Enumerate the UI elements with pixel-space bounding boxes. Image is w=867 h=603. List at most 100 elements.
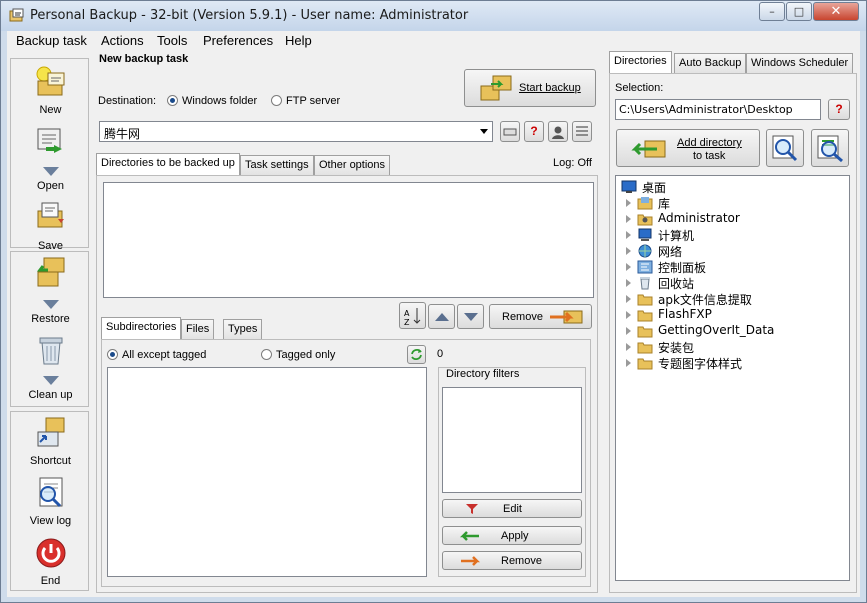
search-directory-button[interactable]	[766, 129, 804, 167]
tab-other-options[interactable]: Other options	[314, 155, 391, 175]
expand-triangle-icon[interactable]	[626, 359, 631, 367]
tab-windows-scheduler[interactable]: Windows Scheduler	[746, 53, 854, 73]
directory-filters-list[interactable]	[442, 387, 582, 493]
move-up-button[interactable]	[428, 304, 455, 329]
radio-unselected-icon	[271, 95, 282, 106]
filter-edit-button[interactable]: Edit	[442, 499, 582, 518]
toolbar-group-tools: Shortcut View log End	[10, 411, 89, 591]
search-log-button[interactable]	[811, 129, 849, 167]
subdirectories-tree[interactable]	[107, 367, 427, 577]
filter-apply-button[interactable]: Apply	[442, 526, 582, 545]
remove-directory-button[interactable]: Remove	[489, 304, 592, 329]
toolbar-group-restore: Restore Clean up	[10, 251, 89, 407]
directories-list[interactable]	[103, 182, 594, 298]
refresh-icon	[411, 349, 422, 360]
svg-text:A: A	[404, 309, 410, 318]
new-task-icon	[36, 66, 64, 96]
folder-icon	[637, 326, 653, 338]
new-button[interactable]: New	[11, 65, 90, 116]
dest-ftp-radio[interactable]: FTP server	[271, 95, 340, 107]
menu-backup-task[interactable]: Backup task	[16, 33, 87, 48]
tab-right-directories[interactable]: Directories	[609, 51, 672, 73]
magnifier-log-icon	[39, 477, 62, 508]
chevron-down-icon	[463, 313, 478, 321]
user-button[interactable]	[548, 121, 568, 142]
filter-remove-button[interactable]: Remove	[442, 551, 582, 570]
folder-icon	[637, 310, 653, 322]
save-task-icon	[37, 202, 64, 228]
move-down-button[interactable]	[457, 304, 484, 329]
tree-item-label: 专题图字体样式	[658, 357, 743, 371]
tab-auto-backup[interactable]: Auto Backup	[674, 53, 747, 73]
drive-button[interactable]	[500, 121, 520, 142]
library-icon	[637, 197, 653, 210]
remove-directory-label: Remove	[502, 311, 543, 323]
expand-triangle-icon[interactable]	[626, 343, 631, 351]
expand-triangle-icon[interactable]	[626, 199, 631, 207]
drive-icon	[503, 128, 517, 136]
right-help-button[interactable]: ?	[828, 99, 850, 120]
cleanup-button[interactable]: Clean up	[11, 334, 90, 401]
menu-help[interactable]: Help	[285, 33, 312, 48]
search-green-icon	[817, 135, 843, 163]
expand-triangle-icon[interactable]	[626, 247, 631, 255]
expand-triangle-icon[interactable]	[626, 215, 631, 223]
minimize-button[interactable]: –	[759, 2, 785, 21]
tab-directories[interactable]: Directories to be backed up	[96, 153, 240, 175]
dest-windows-radio[interactable]: Windows folder	[167, 95, 257, 107]
chevron-down-icon[interactable]	[480, 129, 488, 134]
radio-selected-icon	[167, 95, 178, 106]
dest-ftp-label: FTP server	[286, 95, 341, 107]
tagged-only-radio[interactable]: Tagged only	[261, 349, 335, 361]
restore-button[interactable]: Restore	[11, 256, 90, 325]
close-button[interactable]: ✕	[813, 2, 859, 21]
control-panel-icon	[637, 260, 653, 274]
expand-triangle-icon[interactable]	[626, 279, 631, 287]
all-except-label: All except tagged	[122, 349, 207, 361]
menu-actions[interactable]: Actions	[101, 33, 144, 48]
end-button[interactable]: End	[11, 536, 90, 587]
viewlog-button[interactable]: View log	[11, 476, 90, 527]
shortcut-button[interactable]: Shortcut	[11, 416, 90, 467]
sort-icon: AZ	[404, 308, 420, 327]
list-button[interactable]	[572, 121, 592, 142]
expand-triangle-icon[interactable]	[626, 231, 631, 239]
menu-preferences[interactable]: Preferences	[203, 33, 273, 48]
filter-edit-label: Edit	[503, 503, 522, 515]
tab-types[interactable]: Types	[223, 319, 263, 339]
directory-filters-title: Directory filters	[444, 368, 522, 380]
maximize-button[interactable]: □	[786, 2, 812, 21]
open-button[interactable]: Open	[11, 125, 90, 192]
tagged-only-label: Tagged only	[276, 349, 336, 361]
start-backup-icon	[480, 75, 512, 101]
destination-combobox[interactable]: 腾牛网	[99, 121, 493, 142]
sort-button[interactable]: AZ	[399, 302, 426, 329]
chevron-down-icon[interactable]	[42, 167, 59, 176]
tree-item-label: Administrator	[658, 211, 740, 225]
expand-triangle-icon[interactable]	[626, 327, 631, 335]
start-backup-label: Start backup	[519, 82, 581, 94]
shortcut-label: Shortcut	[30, 455, 71, 467]
shortcut-icon	[37, 417, 64, 447]
all-except-radio[interactable]: All except tagged	[107, 349, 206, 361]
expand-triangle-icon[interactable]	[626, 295, 631, 303]
start-backup-button[interactable]: Start backup	[464, 69, 596, 107]
svg-text:Z: Z	[404, 318, 410, 326]
selection-field[interactable]: C:\Users\Administrator\Desktop	[615, 99, 821, 120]
chevron-down-icon[interactable]	[42, 376, 59, 385]
chevron-down-icon[interactable]	[42, 300, 59, 309]
title-bar[interactable]: Personal Backup - 32-bit (Version 5.9.1)…	[1, 1, 866, 31]
tree-root-label: 桌面	[642, 181, 667, 195]
add-directory-button[interactable]: Add directory to task	[616, 129, 760, 167]
tab-files[interactable]: Files	[181, 319, 215, 339]
subdir-count: 0	[437, 348, 444, 360]
save-button[interactable]: Save	[11, 199, 90, 252]
refresh-button[interactable]	[407, 345, 426, 364]
tab-subdirectories[interactable]: Subdirectories	[101, 317, 182, 339]
help-button[interactable]: ?	[524, 121, 544, 142]
expand-triangle-icon[interactable]	[626, 311, 631, 319]
menu-tools[interactable]: Tools	[157, 33, 187, 48]
directory-tree[interactable]: 桌面 库 Administrator 计算机 网络 控制面板 回收站 apk文件信息提取 Fl…	[615, 175, 850, 581]
expand-triangle-icon[interactable]	[626, 263, 631, 271]
tab-task-settings[interactable]: Task settings	[240, 155, 314, 175]
